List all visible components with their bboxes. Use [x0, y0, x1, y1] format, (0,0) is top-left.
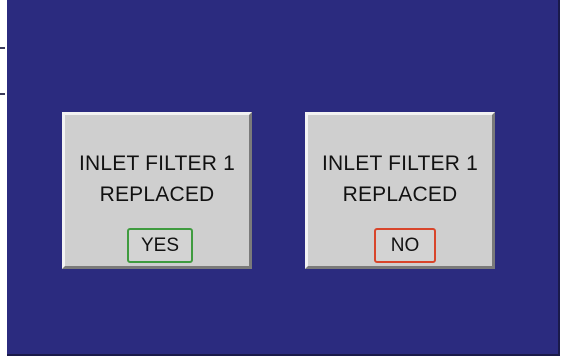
button-label: INLET FILTER 1 REPLACED	[308, 148, 492, 210]
inlet-filter-replaced-no-button[interactable]: INLET FILTER 1 REPLACED NO	[305, 112, 495, 269]
hmi-screen: INLET FILTER 1 REPLACED YES INLET FILTER…	[7, 0, 560, 356]
yes-indicator: YES	[127, 228, 193, 263]
no-indicator: NO	[374, 228, 436, 263]
bezel-mark	[0, 93, 5, 95]
hmi-frame: INLET FILTER 1 REPLACED YES INLET FILTER…	[0, 0, 562, 358]
button-label-line-2: REPLACED	[342, 183, 458, 206]
button-label-line-1: INLET FILTER 1	[321, 152, 479, 175]
button-label: INLET FILTER 1 REPLACED	[65, 148, 249, 210]
bezel-mark	[0, 47, 5, 49]
button-label-line-2: REPLACED	[99, 183, 215, 206]
inlet-filter-replaced-yes-button[interactable]: INLET FILTER 1 REPLACED YES	[62, 112, 252, 269]
button-label-line-1: INLET FILTER 1	[78, 152, 236, 175]
